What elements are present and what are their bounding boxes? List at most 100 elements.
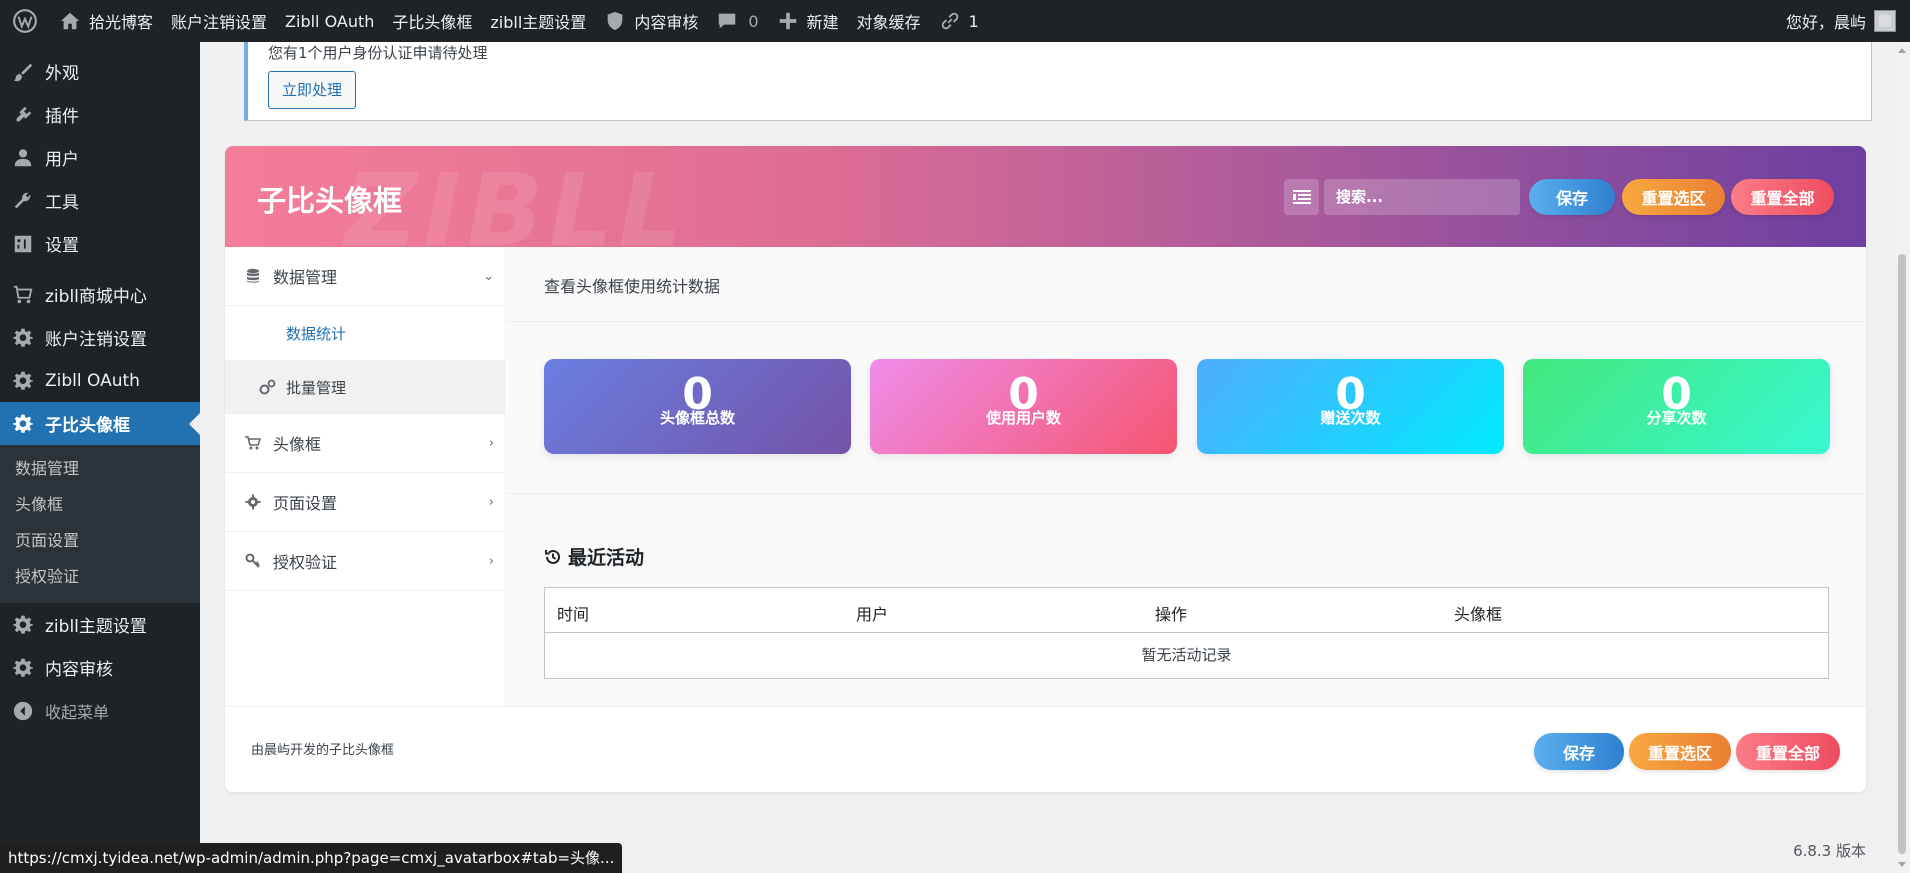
avatar-frame-submenu: 数据管理 头像框 页面设置 授权验证 — [0, 445, 200, 603]
menu-settings[interactable]: 设置 — [0, 222, 200, 265]
nav-auth[interactable]: 授权验证 › — [225, 532, 506, 591]
adminbar-zibll-oauth[interactable]: Zibll OAuth — [276, 0, 383, 42]
submenu-auth[interactable]: 授权验证 — [0, 559, 200, 595]
notice-text: 您有1个用户身份认证申请待处理 — [268, 44, 488, 62]
stat-card-users: 0 使用用户数 — [870, 359, 1177, 454]
scroll-down-arrow-icon[interactable] — [1898, 862, 1906, 867]
footer-text: 由晨屿开发的子比头像框 — [251, 743, 395, 758]
list-icon — [1292, 190, 1311, 204]
chevron-down-icon: ⌄ — [483, 268, 494, 284]
save-button[interactable]: 保存 — [1529, 179, 1615, 215]
shield-icon — [607, 11, 623, 31]
page-title: 子比头像框 — [257, 184, 403, 218]
footer-reset-section-button[interactable]: 重置选区 — [1629, 733, 1731, 770]
footer-reset-all-button[interactable]: 重置全部 — [1736, 733, 1840, 770]
nav-batch-manage[interactable]: 批量管理 — [225, 360, 506, 414]
cogs-icon — [259, 379, 276, 394]
adminbar-account[interactable]: 您好，晨屿 — [1777, 0, 1910, 42]
history-icon — [545, 549, 560, 564]
comments-count: 0 — [748, 11, 759, 31]
adminbar-theme-settings[interactable]: zibll主题设置 — [481, 0, 595, 42]
panel-nav: 数据管理 ⌄ 数据统计 批量管理 头像框 › 页面设置 › 授权验证 › — [225, 247, 506, 706]
activity-title: 最近活动 — [568, 547, 645, 569]
submenu-data-manage[interactable]: 数据管理 — [0, 451, 200, 487]
menu-label: 子比头像框 — [45, 416, 130, 436]
menu-avatar-frame[interactable]: 子比头像框 — [0, 402, 200, 445]
menu-users[interactable]: 用户 — [0, 136, 200, 179]
gear-icon — [13, 615, 33, 634]
links-count: 1 — [968, 11, 979, 31]
menu-zibll-shop[interactable]: zibll商城中心 — [0, 273, 200, 316]
user-icon — [14, 148, 32, 166]
reset-section-button[interactable]: 重置选区 — [1622, 179, 1725, 215]
panel-content: 查看头像框使用统计数据 0 头像框总数 0 使用用户数 0 赠送次数 0 分享次… — [507, 247, 1866, 706]
collapse-menu-button[interactable]: 收起菜单 — [0, 689, 200, 732]
nav-label: 批量管理 — [286, 378, 347, 397]
brush-icon — [13, 63, 33, 81]
chevron-right-icon: › — [488, 494, 494, 510]
reset-all-button[interactable]: 重置全部 — [1731, 179, 1834, 215]
admin-notice: 您有1个用户身份认证申请待处理 立即处理 — [244, 42, 1872, 121]
sliders-icon — [14, 235, 32, 252]
stat-label: 使用用户数 — [985, 409, 1061, 427]
submenu-page-settings[interactable]: 页面设置 — [0, 523, 200, 559]
collapse-label: 收起菜单 — [45, 702, 110, 722]
submenu-avatar-frame[interactable]: 头像框 — [0, 487, 200, 523]
panel-header: ZIBLL 子比头像框 保存 重置选区 重置全部 — [225, 146, 1866, 269]
gear-icon — [13, 658, 33, 677]
page-scrollbar[interactable] — [1894, 42, 1910, 873]
nav-avatar-frame[interactable]: 头像框 › — [225, 414, 506, 473]
menu-account-cancel[interactable]: 账户注销设置 — [0, 316, 200, 359]
comment-icon — [719, 13, 736, 29]
menu-plugins[interactable]: 插件 — [0, 93, 200, 136]
gear-icon — [13, 328, 33, 347]
site-name-link[interactable]: 拾光博客 — [50, 0, 162, 42]
avatar — [1874, 10, 1896, 32]
adminbar-links[interactable]: 1 — [930, 0, 988, 42]
nav-data-stats[interactable]: 数据统计 — [225, 306, 506, 360]
gear-icon — [245, 494, 261, 510]
plug-icon — [16, 106, 32, 121]
adminbar-comments[interactable]: 0 — [707, 0, 767, 42]
content-review-label: 内容审核 — [634, 13, 699, 32]
nav-page-settings[interactable]: 页面设置 › — [225, 473, 506, 532]
menu-label: 外观 — [45, 64, 79, 84]
activity-table: 时间 用户 操作 头像框 暂无活动记录 — [544, 587, 1829, 679]
new-label: 新建 — [806, 13, 839, 32]
footer-save-button[interactable]: 保存 — [1534, 733, 1624, 770]
plus-icon — [779, 12, 796, 30]
adminbar-account-cancel[interactable]: 账户注销设置 — [162, 0, 276, 42]
adminbar-content-review[interactable]: 内容审核 — [595, 0, 707, 42]
avatar-frame-panel: ZIBLL 子比头像框 保存 重置选区 重置全部 数据管理 ⌄ 数据统计 批量管… — [225, 146, 1866, 792]
adminbar-new[interactable]: 新建 — [768, 0, 848, 42]
menu-label: zibll商城中心 — [45, 287, 147, 307]
admin-sidebar: 外观 插件 用户 工具 设置 zibll商城中心 账户注销设置 Zibll OA… — [0, 42, 200, 873]
expand-all-button[interactable] — [1284, 179, 1319, 215]
col-frame: 头像框 — [1454, 605, 1503, 624]
search-input[interactable] — [1324, 179, 1520, 215]
cart-icon — [13, 285, 33, 303]
gear-icon — [13, 371, 33, 390]
menu-content-review[interactable]: 内容审核 — [0, 646, 200, 689]
nav-label: 数据管理 — [273, 268, 338, 287]
gear-icon — [13, 414, 33, 433]
menu-zibll-oauth[interactable]: Zibll OAuth — [0, 359, 200, 402]
menu-tools[interactable]: 工具 — [0, 179, 200, 222]
divider — [507, 321, 1866, 322]
nav-label: 页面设置 — [273, 494, 338, 513]
adminbar-avatar-frame[interactable]: 子比头像框 — [383, 0, 481, 42]
stat-card-total-frames: 0 头像框总数 — [544, 359, 851, 454]
nav-data-manage[interactable]: 数据管理 ⌄ — [225, 247, 506, 306]
scrollbar-thumb[interactable] — [1898, 254, 1906, 854]
scroll-up-arrow-icon[interactable] — [1898, 48, 1906, 53]
adminbar-object-cache[interactable]: 对象缓存 — [848, 0, 930, 42]
wp-version: 6.8.3 版本 — [1793, 842, 1866, 860]
menu-appearance[interactable]: 外观 — [0, 50, 200, 93]
stat-label: 头像框总数 — [659, 409, 735, 427]
wordpress-logo-icon[interactable] — [0, 0, 50, 42]
handle-now-button[interactable]: 立即处理 — [268, 71, 357, 109]
home-icon — [60, 12, 80, 30]
col-time: 时间 — [557, 605, 590, 624]
menu-theme-settings[interactable]: zibll主题设置 — [0, 603, 200, 646]
chevron-right-icon: › — [488, 435, 494, 451]
